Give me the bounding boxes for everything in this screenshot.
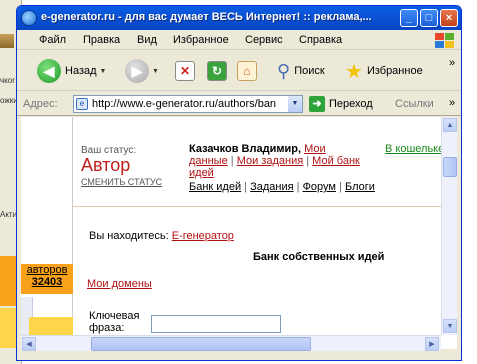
breadcrumb-link[interactable]: Е-генератор xyxy=(172,230,234,242)
scroll-right-icon[interactable]: ▶ xyxy=(425,337,439,351)
star-icon: ★ xyxy=(345,60,363,83)
minimize-button[interactable]: _ xyxy=(400,9,418,27)
menu-view[interactable]: Вид xyxy=(137,34,157,46)
chevron-down-icon[interactable]: ▼ xyxy=(100,68,107,75)
close-button[interactable]: × xyxy=(440,9,458,27)
status-value: Автор xyxy=(81,155,131,175)
forward-arrow-icon: ▶ xyxy=(125,59,149,83)
refresh-icon: ↻ xyxy=(207,61,227,81)
links-button[interactable]: Ссылки xyxy=(395,98,434,110)
go-arrow-icon[interactable]: ➜ xyxy=(309,96,325,112)
title-bar[interactable]: e-generator.ru - для вас думает ВЕСЬ Инт… xyxy=(17,6,461,30)
background-window-text: чкоr xyxy=(0,76,15,85)
change-status-link[interactable]: СМЕНИТЬ СТАТУС xyxy=(81,177,162,187)
desktop: чкоr ожки Акти e-generator.ru - для вас … xyxy=(0,0,477,364)
menu-edit[interactable]: Правка xyxy=(83,34,120,46)
forward-button[interactable]: ▶ ▼ xyxy=(125,57,159,85)
background-window-text: Акти xyxy=(0,210,18,219)
my-tasks-link[interactable]: Мои задания xyxy=(237,155,303,167)
stop-icon: ✕ xyxy=(175,61,195,81)
menu-file[interactable]: Файл xyxy=(39,34,66,46)
back-label: Назад xyxy=(65,65,97,77)
user-block: Казачков Владимир, Мои xyxy=(189,143,326,155)
nav-tasks[interactable]: Задания xyxy=(250,181,293,193)
search-label: Поиск xyxy=(294,65,325,77)
user-links-cont: идей xyxy=(189,167,214,179)
my-data-link-cont[interactable]: данные xyxy=(189,155,228,167)
address-input[interactable]: e http://www.e-generator.ru/authors/ban … xyxy=(73,95,303,113)
menu-bar: Файл Правка Вид Избранное Сервис Справка xyxy=(17,30,461,50)
my-bank-link-cont[interactable]: идей xyxy=(189,167,214,179)
nav-ideas-bank[interactable]: Банк идей xyxy=(189,181,241,193)
menu-tools[interactable]: Сервис xyxy=(245,34,283,46)
menu-favorites[interactable]: Избранное xyxy=(173,34,229,46)
maximize-button[interactable]: □ xyxy=(420,9,438,27)
my-bank-link[interactable]: Мой банк xyxy=(312,155,360,167)
menu-help[interactable]: Справка xyxy=(299,34,342,46)
authors-count[interactable]: 32403 xyxy=(21,276,73,288)
home-button[interactable]: ⌂ xyxy=(237,57,257,85)
favorites-label: Избранное xyxy=(366,65,423,77)
my-data-link[interactable]: Мои xyxy=(304,143,326,155)
windows-logo-icon xyxy=(433,32,455,48)
user-name: Казачков Владимир, xyxy=(189,143,302,155)
search-button[interactable]: ⚲ Поиск xyxy=(277,57,325,85)
scroll-left-icon[interactable]: ◀ xyxy=(22,337,36,351)
scroll-up-icon[interactable]: ▲ xyxy=(443,118,457,132)
nav-blogs[interactable]: Блоги xyxy=(345,181,375,193)
toolbar-overflow-icon[interactable]: » xyxy=(449,57,455,69)
status-bar xyxy=(17,351,461,360)
keyword-label: Ключевая фраза: xyxy=(89,310,140,334)
search-icon: ⚲ xyxy=(277,60,291,81)
address-label: Адрес: xyxy=(23,98,58,110)
vertical-scroll-thumb[interactable] xyxy=(443,157,457,177)
ie-icon xyxy=(21,10,37,26)
background-window-icon xyxy=(0,34,14,48)
chevron-down-icon[interactable]: ▼ xyxy=(288,96,302,112)
horizontal-scrollbar[interactable]: ◀ ▶ xyxy=(21,335,441,351)
chevron-down-icon[interactable]: ▼ xyxy=(152,68,159,75)
address-url[interactable]: http://www.e-generator.ru/authors/ban xyxy=(92,98,276,110)
authors-counter: авторов 32403 xyxy=(21,264,73,294)
toolbar: ◀ Назад ▼ ▶ ▼ ✕ ↻ ⌂ ⚲ Поиск ★ Избранное … xyxy=(17,51,461,91)
back-arrow-icon: ◀ xyxy=(37,59,61,83)
page-header: Ваш статус: Автор СМЕНИТЬ СТАТУС Казачко… xyxy=(73,117,445,207)
back-button[interactable]: ◀ Назад ▼ xyxy=(37,57,106,85)
address-bar: Адрес: e http://www.e-generator.ru/autho… xyxy=(17,92,461,116)
horizontal-scroll-thumb[interactable] xyxy=(91,337,311,351)
go-button[interactable]: Переход xyxy=(329,98,373,110)
authors-label[interactable]: авторов xyxy=(21,264,73,276)
breadcrumb-label: Вы находитесь: xyxy=(89,230,169,242)
browser-window: e-generator.ru - для вас думает ВЕСЬ Инт… xyxy=(16,5,462,361)
stop-button[interactable]: ✕ xyxy=(175,57,195,85)
breadcrumb: Вы находитесь: Е-генератор xyxy=(89,230,234,242)
home-icon: ⌂ xyxy=(237,61,257,81)
wallet-link[interactable]: В кошельке xyxy=(385,143,444,155)
user-links: данные | Мои задания | Мой банк xyxy=(189,155,360,167)
vertical-scrollbar[interactable]: ▲ ▼ xyxy=(441,117,457,335)
nav-forum[interactable]: Форум xyxy=(303,181,336,193)
links-overflow-icon[interactable]: » xyxy=(449,97,455,109)
page-title: Банк собственных идей xyxy=(253,251,385,263)
keyword-input[interactable] xyxy=(151,315,281,333)
page-viewport: Ваш статус: Автор СМЕНИТЬ СТАТУС Казачко… xyxy=(21,117,457,349)
window-title: e-generator.ru - для вас думает ВЕСЬ Инт… xyxy=(41,11,372,23)
refresh-button[interactable]: ↻ xyxy=(207,57,227,85)
main-nav: Банк идей | Задания | Форум | Блоги xyxy=(189,181,375,193)
favorites-button[interactable]: ★ Избранное xyxy=(345,57,423,85)
scroll-down-icon[interactable]: ▼ xyxy=(443,319,457,333)
my-domains-link[interactable]: Мои домены xyxy=(87,278,152,290)
page-icon: e xyxy=(76,98,88,110)
